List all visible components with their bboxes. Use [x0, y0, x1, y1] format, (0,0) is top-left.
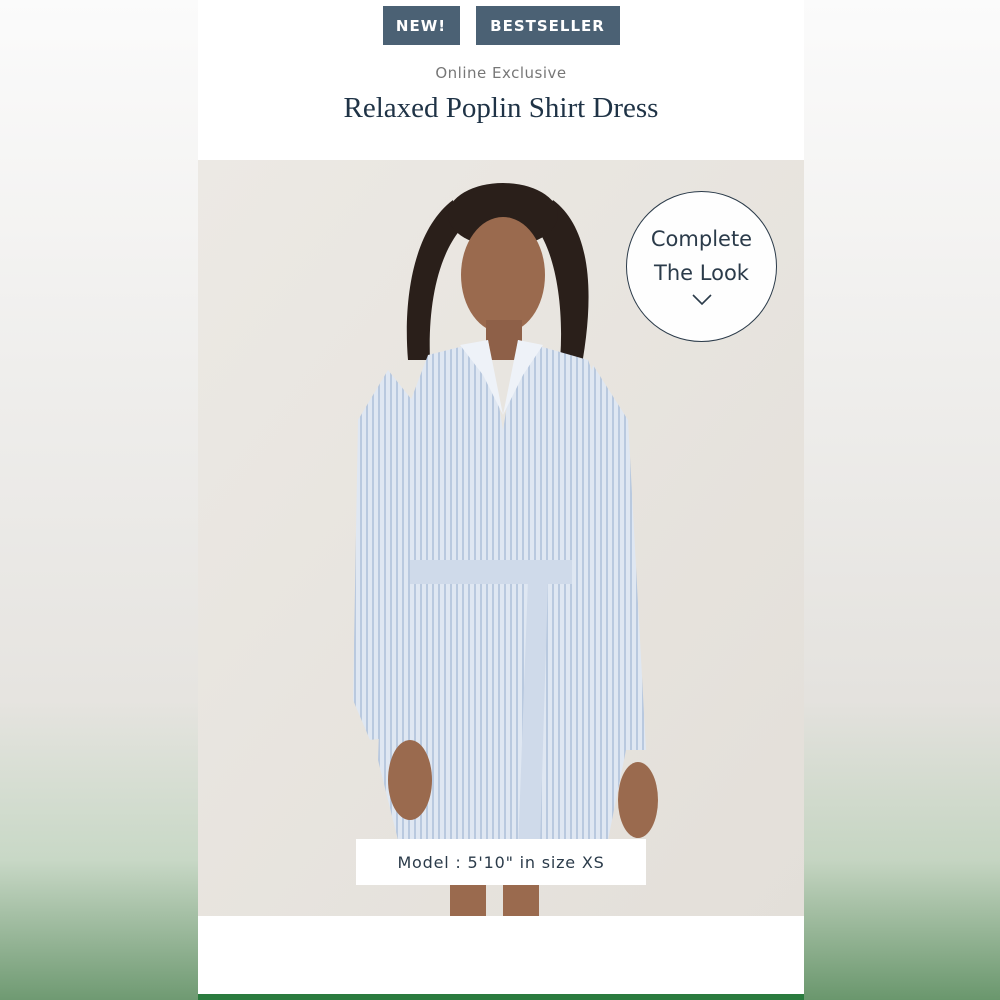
product-title: Relaxed Poplin Shirt Dress: [343, 92, 659, 124]
complete-the-look-line2: The Look: [654, 261, 749, 285]
left-background: [0, 0, 198, 1000]
badge-row: NEW! BESTSELLER: [198, 6, 804, 45]
face: [461, 217, 545, 333]
new-badge: NEW!: [382, 6, 460, 45]
right-background: [802, 0, 1000, 1000]
online-exclusive-label: Online Exclusive: [435, 64, 567, 82]
complete-the-look-button[interactable]: Complete The Look: [626, 191, 777, 342]
model-size-info: Model : 5'10" in size XS: [356, 839, 646, 885]
product-page: NEW! BESTSELLER Online Exclusive Relaxed…: [198, 0, 804, 1000]
bestseller-badge: BESTSELLER: [475, 6, 620, 45]
complete-the-look-line1: Complete: [650, 227, 753, 251]
accent-bar: [198, 994, 804, 1000]
chevron-down-icon: [691, 292, 713, 311]
product-image[interactable]: Complete The Look Model : 5'10" in size …: [198, 160, 804, 916]
